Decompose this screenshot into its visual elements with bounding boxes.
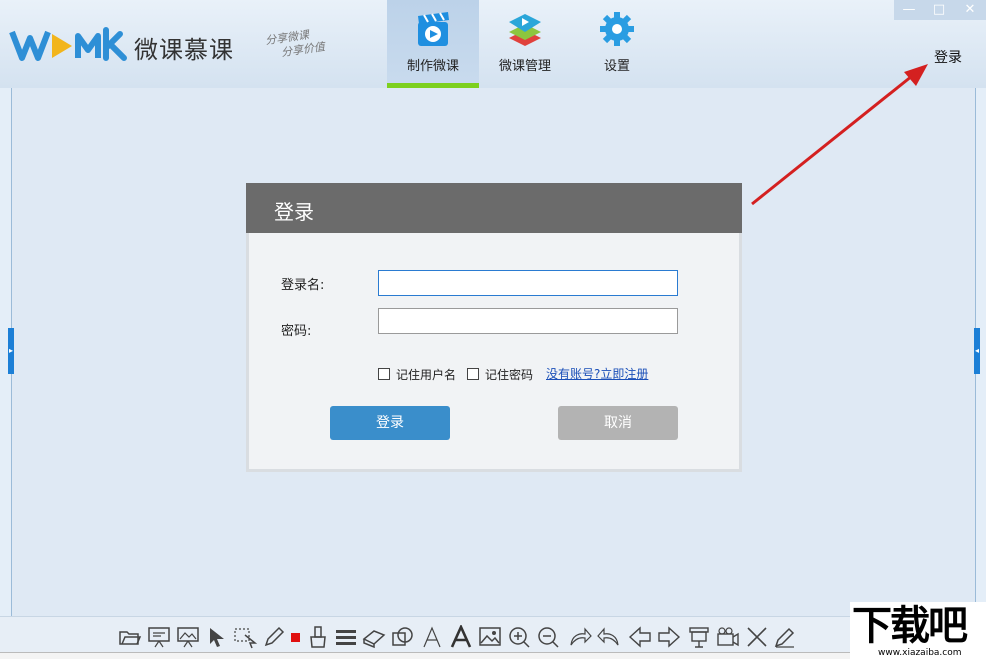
remember-password-label: 记住密码: [485, 366, 533, 383]
login-button[interactable]: 登录: [330, 406, 450, 440]
camera-icon[interactable]: [716, 625, 740, 649]
edit-icon[interactable]: [773, 625, 797, 649]
nav-microlesson-management[interactable]: 微课管理: [479, 0, 571, 88]
bold-text-icon[interactable]: [449, 625, 473, 649]
maximize-button[interactable]: □: [924, 0, 954, 20]
minimize-button[interactable]: —: [894, 0, 924, 20]
eraser-icon[interactable]: [362, 625, 386, 649]
logo-text: 微课慕课: [134, 30, 234, 65]
dialog-title: 登录: [274, 196, 314, 225]
line-width-icon[interactable]: [334, 625, 358, 649]
thin-text-icon[interactable]: [420, 625, 444, 649]
prev-page-icon[interactable]: [628, 625, 652, 649]
next-page-icon[interactable]: [657, 625, 681, 649]
redo-icon[interactable]: [568, 625, 592, 649]
image-board-icon[interactable]: [176, 625, 200, 649]
clear-icon[interactable]: [745, 625, 769, 649]
red-arrow-annotation: [740, 60, 940, 210]
pen-icon[interactable]: [262, 625, 286, 649]
watermark-logo-text: 下载吧: [852, 602, 966, 650]
select-icon[interactable]: [233, 625, 257, 649]
chevron-right-icon: ▸: [8, 346, 14, 356]
pointer-icon[interactable]: [205, 625, 229, 649]
nav-label: 制作微课: [387, 55, 479, 74]
presentation-icon[interactable]: [147, 625, 171, 649]
nav-make-microlesson[interactable]: 制作微课: [387, 0, 479, 88]
nav-label: 微课管理: [479, 55, 571, 74]
username-label: 登录名:: [281, 274, 324, 293]
password-input[interactable]: [378, 308, 678, 334]
remember-username-checkbox[interactable]: [378, 368, 390, 380]
chevron-left-icon: ◂: [974, 346, 980, 356]
undo-icon[interactable]: [597, 625, 621, 649]
register-link[interactable]: 没有账号?立即注册: [546, 365, 648, 382]
zoom-in-icon[interactable]: [507, 625, 531, 649]
dialog-header: 登录: [246, 183, 742, 233]
nav-label: 设置: [571, 55, 663, 74]
logo-slogan: 分享微课 分享价值: [264, 22, 357, 62]
shape-icon[interactable]: [391, 625, 415, 649]
bottom-status-strip: [0, 652, 850, 659]
nav-settings[interactable]: 设置: [571, 0, 663, 88]
username-input[interactable]: [378, 270, 678, 296]
projector-icon[interactable]: [687, 625, 711, 649]
remember-username-label: 记住用户名: [396, 366, 456, 383]
left-expand-tab[interactable]: ▸: [8, 328, 14, 374]
close-button[interactable]: ✕: [955, 0, 985, 20]
open-folder-icon[interactable]: [118, 625, 142, 649]
zoom-out-icon[interactable]: [536, 625, 560, 649]
site-watermark: 下载吧 www.xiazaiba.com: [850, 602, 986, 659]
watermark-url: www.xiazaiba.com: [878, 648, 962, 658]
layers-icon: [507, 10, 543, 48]
brush-icon[interactable]: [306, 625, 330, 649]
window-controls: — □ ✕: [894, 0, 986, 20]
insert-image-icon[interactable]: [478, 625, 502, 649]
login-dialog: 登录 登录名: 密码: 记住用户名 记住密码 没有账号?立即注册 登录 取消: [246, 183, 742, 472]
right-expand-tab[interactable]: ◂: [974, 328, 980, 374]
wemk-logo-icon: [8, 22, 133, 68]
gear-icon: [599, 10, 635, 48]
remember-password-checkbox[interactable]: [467, 368, 479, 380]
password-label: 密码:: [281, 320, 311, 339]
app-logo: 微课慕课 分享微课 分享价值: [8, 22, 353, 68]
cancel-button[interactable]: 取消: [558, 406, 678, 440]
video-clapper-icon: [415, 10, 451, 48]
